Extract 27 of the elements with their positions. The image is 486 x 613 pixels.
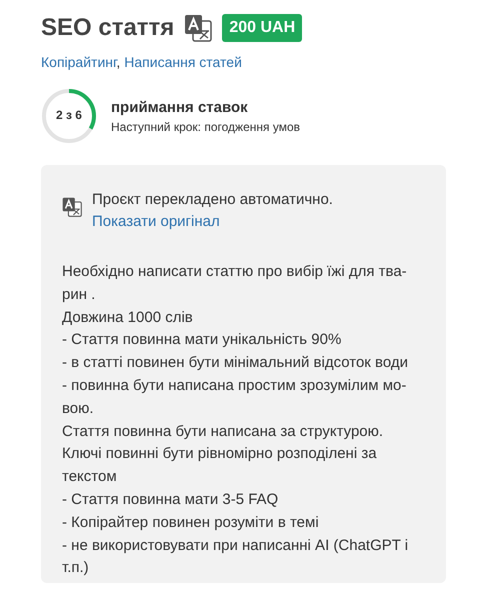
description-line: Довжина 1000 слів [62, 308, 193, 328]
translation-notice: Проєкт перекладено автоматично. Показати оригінал [92, 190, 334, 232]
progress-ring [41, 88, 97, 144]
description-line: рин . [62, 284, 96, 305]
description-line: т.п.) [62, 558, 89, 578]
description-line: Необхідно написати статтю про вибір їжі для тва- [62, 262, 407, 282]
translate-icon [62, 197, 82, 217]
description-line: Стаття повинна бути написана за структурою. [62, 422, 384, 442]
project-title: SEO стаття [41, 14, 174, 42]
description-line: - Стаття повинна мати 3-5 FAQ [62, 490, 278, 510]
description-line: вою. [62, 398, 94, 419]
description-line: - повинна бути написана простим зрозумілим мо- [62, 376, 406, 396]
description-line: - Копірайтер повинен розуміти в темі [62, 512, 319, 533]
category-link[interactable]: Написання статей [124, 54, 242, 70]
translate-icon [184, 14, 212, 42]
description-line: текстом [62, 467, 117, 488]
separator: , [116, 54, 120, 70]
step-counter: 2 з 6 [55, 108, 83, 122]
category-link[interactable]: Копірайтинг [41, 54, 116, 70]
price-badge: 200 UAH [222, 14, 302, 42]
stage-label: приймання ставок [111, 98, 249, 116]
description-line: - не використовувати при написанні AI (ChatGPT і [62, 536, 408, 556]
description-line: Ключі повинні бути рівномірно розподілені за [62, 444, 377, 464]
show-original-link[interactable]: Показати оригінал [92, 213, 220, 230]
description-line: - Стаття повинна мати унікальність 90% [62, 330, 342, 350]
description-line: - в статті повинен бути мінімальний відсоток води [62, 353, 408, 374]
next-step-text: Наступний крок: погодження умов [111, 120, 300, 134]
